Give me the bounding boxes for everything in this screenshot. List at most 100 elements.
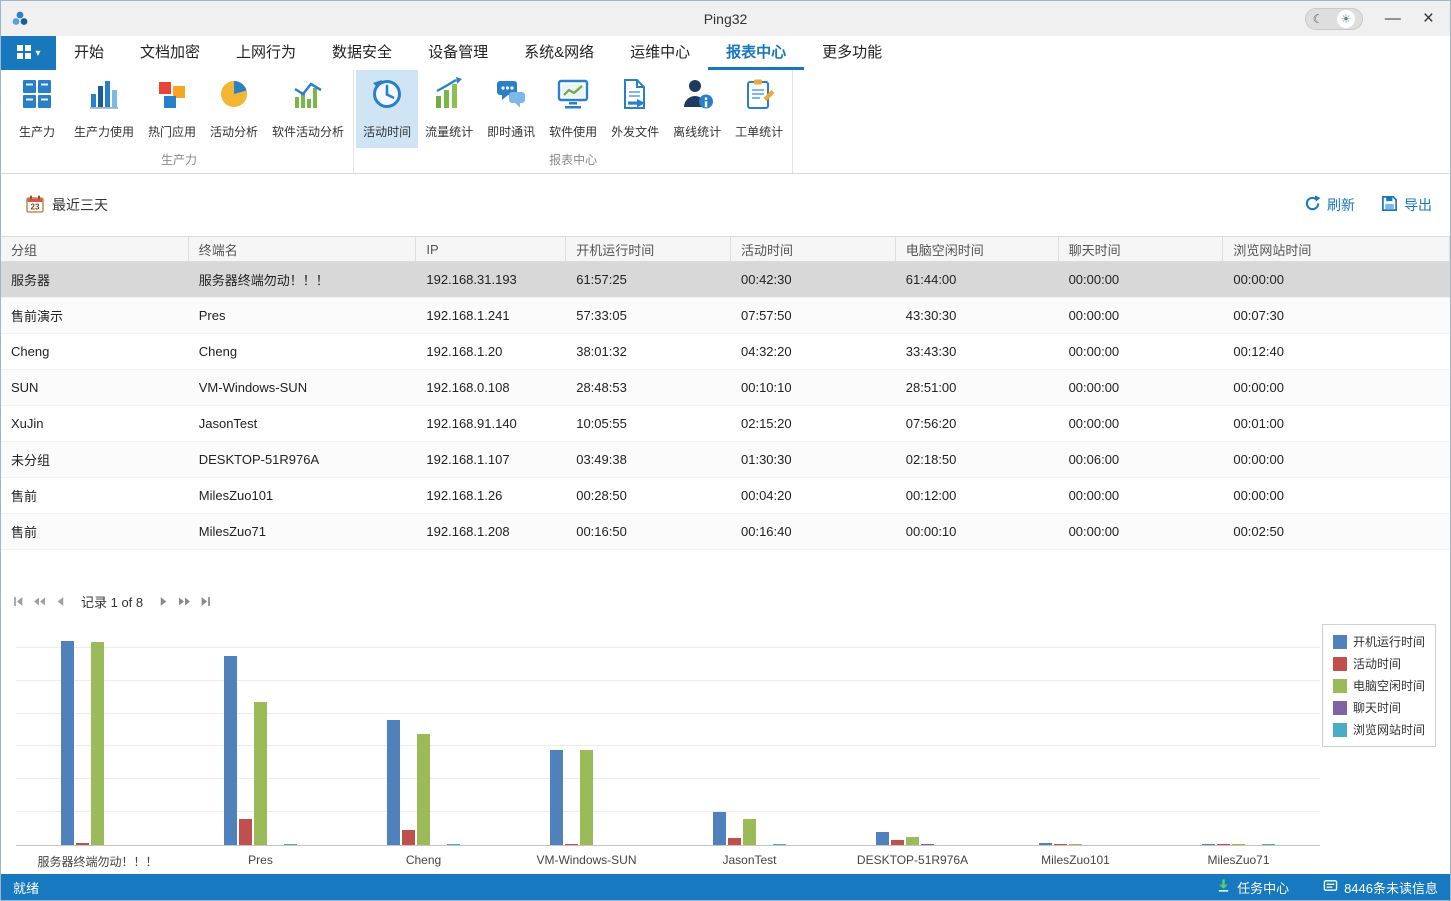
column-header-2[interactable]: 终端名 — [189, 237, 417, 261]
table-cell: 售前 — [1, 514, 189, 549]
chart-bar[interactable] — [417, 734, 430, 845]
table-row[interactable]: XuJinJasonTest192.168.91.14010:05:5502:1… — [1, 406, 1450, 442]
tab-更多功能[interactable]: 更多功能 — [804, 36, 900, 70]
chart-bar[interactable] — [224, 656, 237, 845]
task-center-button[interactable]: 任务中心 — [1216, 878, 1289, 897]
chart-x-label: VM-Windows-SUN — [505, 846, 668, 870]
table-row[interactable]: 售前演示Pres192.168.1.24157:33:0507:57:5043:… — [1, 298, 1450, 334]
tool-即时通讯[interactable]: 即时通讯 — [480, 70, 542, 148]
chart-category-group — [831, 616, 994, 845]
chart-category-group — [505, 616, 668, 845]
column-header-8[interactable]: 浏览网站时间 — [1223, 237, 1450, 261]
chart-bar[interactable] — [284, 844, 297, 846]
tool-label: 外发文件 — [611, 123, 659, 140]
chart-bar[interactable] — [447, 844, 460, 846]
table-row[interactable]: ChengCheng192.168.1.2038:01:3204:32:2033… — [1, 334, 1450, 370]
chart-bar[interactable] — [402, 830, 415, 845]
table-cell: 00:00:00 — [1059, 262, 1224, 297]
tool-离线统计[interactable]: 离线统计 — [666, 70, 728, 148]
chart-bar[interactable] — [906, 837, 919, 845]
tool-外发文件[interactable]: 外发文件 — [604, 70, 666, 148]
chart-bar[interactable] — [1069, 844, 1082, 846]
close-button[interactable]: × — [1423, 9, 1434, 28]
legend-item: 活动时间 — [1333, 655, 1425, 672]
next-page-icon[interactable] — [158, 596, 169, 607]
table-row[interactable]: SUNVM-Windows-SUN192.168.0.10828:48:5300… — [1, 370, 1450, 406]
column-header-6[interactable]: 电脑空闲时间 — [896, 237, 1059, 261]
tool-活动时间[interactable]: 活动时间 — [356, 70, 418, 148]
tool-工单统计[interactable]: 工单统计 — [728, 70, 790, 148]
chart-bar[interactable] — [76, 843, 89, 845]
chart-bar[interactable] — [876, 832, 889, 845]
unread-messages-button[interactable]: 8446条未读信息 — [1323, 878, 1438, 897]
tool-流量统计[interactable]: 流量统计 — [418, 70, 480, 148]
chart-bar[interactable] — [550, 750, 563, 845]
tab-文档加密[interactable]: 文档加密 — [122, 36, 218, 70]
tool-生产力使用[interactable]: 生产力使用 — [67, 70, 141, 148]
tab-设备管理[interactable]: 设备管理 — [410, 36, 506, 70]
tab-运维中心[interactable]: 运维中心 — [612, 36, 708, 70]
chart-bar[interactable] — [61, 641, 74, 845]
refresh-button[interactable]: 刷新 — [1304, 195, 1355, 215]
chart-bar[interactable] — [921, 844, 934, 846]
ribbon-tab-bar: ▾ 开始文档加密上网行为数据安全设备管理系统&网络运维中心报表中心更多功能 — [1, 36, 1450, 70]
tool-热门应用[interactable]: 热门应用 — [141, 70, 203, 148]
chart-bar[interactable] — [1054, 844, 1067, 846]
tool-生产力[interactable]: 生产力 — [7, 70, 67, 148]
legend-swatch — [1333, 679, 1347, 693]
tab-数据安全[interactable]: 数据安全 — [314, 36, 410, 70]
tool-活动分析[interactable]: 活动分析 — [203, 70, 265, 148]
clipboard-icon — [742, 77, 776, 116]
tab-报表中心[interactable]: 报表中心 — [708, 36, 804, 70]
chart-bar[interactable] — [1232, 844, 1245, 846]
date-range-button[interactable]: 23 最近三天 — [25, 194, 108, 217]
chart-bar[interactable] — [91, 642, 104, 845]
table-row[interactable]: 售前MilesZuo71192.168.1.20800:16:5000:16:4… — [1, 514, 1450, 550]
export-button[interactable]: 导出 — [1381, 195, 1432, 215]
chart-bar[interactable] — [1202, 844, 1215, 846]
file-menu-button[interactable]: ▾ — [1, 36, 56, 70]
theme-toggle[interactable]: ☾ ☀ — [1305, 8, 1363, 30]
chevron-down-icon: ▾ — [35, 48, 40, 59]
chart-bar[interactable] — [773, 844, 786, 846]
table-empty-space — [1, 550, 1450, 586]
light-mode-icon[interactable]: ☀ — [1337, 10, 1355, 28]
chart-bar[interactable] — [1262, 844, 1275, 846]
prev-page-icon[interactable] — [55, 596, 66, 607]
table-row[interactable]: 未分组DESKTOP-51R976A192.168.1.10703:49:380… — [1, 442, 1450, 478]
column-header-5[interactable]: 活动时间 — [731, 237, 896, 261]
dark-mode-icon[interactable]: ☾ — [1313, 12, 1324, 26]
clock-history-icon — [370, 77, 404, 116]
chart-bar[interactable] — [254, 702, 267, 845]
chart-bar[interactable] — [387, 720, 400, 845]
chart-bar[interactable] — [580, 750, 593, 845]
chart-bar[interactable] — [1217, 844, 1230, 846]
fast-prev-page-icon[interactable] — [33, 596, 46, 607]
fast-next-page-icon[interactable] — [178, 596, 191, 607]
chart-bar[interactable] — [728, 838, 741, 845]
chart-x-label: MilesZuo101 — [994, 846, 1157, 870]
chart-category-group — [342, 616, 505, 845]
tool-软件使用[interactable]: 软件使用 — [542, 70, 604, 148]
table-row[interactable]: 服务器服务器终端勿动！！！192.168.31.19361:57:2500:42… — [1, 262, 1450, 298]
first-page-icon[interactable] — [13, 596, 24, 607]
chart-bar[interactable] — [565, 844, 578, 846]
tab-系统&网络[interactable]: 系统&网络 — [506, 36, 612, 70]
column-header-1[interactable]: 分组 — [1, 237, 189, 261]
blocks-icon — [155, 77, 189, 116]
minimize-button[interactable]: — — [1385, 11, 1401, 27]
tab-上网行为[interactable]: 上网行为 — [218, 36, 314, 70]
column-header-3[interactable]: IP — [416, 237, 566, 261]
table-row[interactable]: 售前MilesZuo101192.168.1.2600:28:5000:04:2… — [1, 478, 1450, 514]
chart-bar[interactable] — [239, 819, 252, 845]
column-header-7[interactable]: 聊天时间 — [1059, 237, 1224, 261]
column-header-4[interactable]: 开机运行时间 — [566, 237, 731, 261]
chart-bar[interactable] — [1039, 843, 1052, 845]
chart-bar[interactable] — [743, 819, 756, 845]
ribbon-group-报表中心: 活动时间流量统计即时通讯软件使用外发文件离线统计工单统计报表中心 — [354, 70, 793, 173]
chart-bar[interactable] — [891, 840, 904, 845]
chart-bar[interactable] — [713, 812, 726, 845]
last-page-icon[interactable] — [200, 596, 211, 607]
tool-软件活动分析[interactable]: 软件活动分析 — [265, 70, 351, 148]
tab-开始[interactable]: 开始 — [56, 36, 122, 70]
